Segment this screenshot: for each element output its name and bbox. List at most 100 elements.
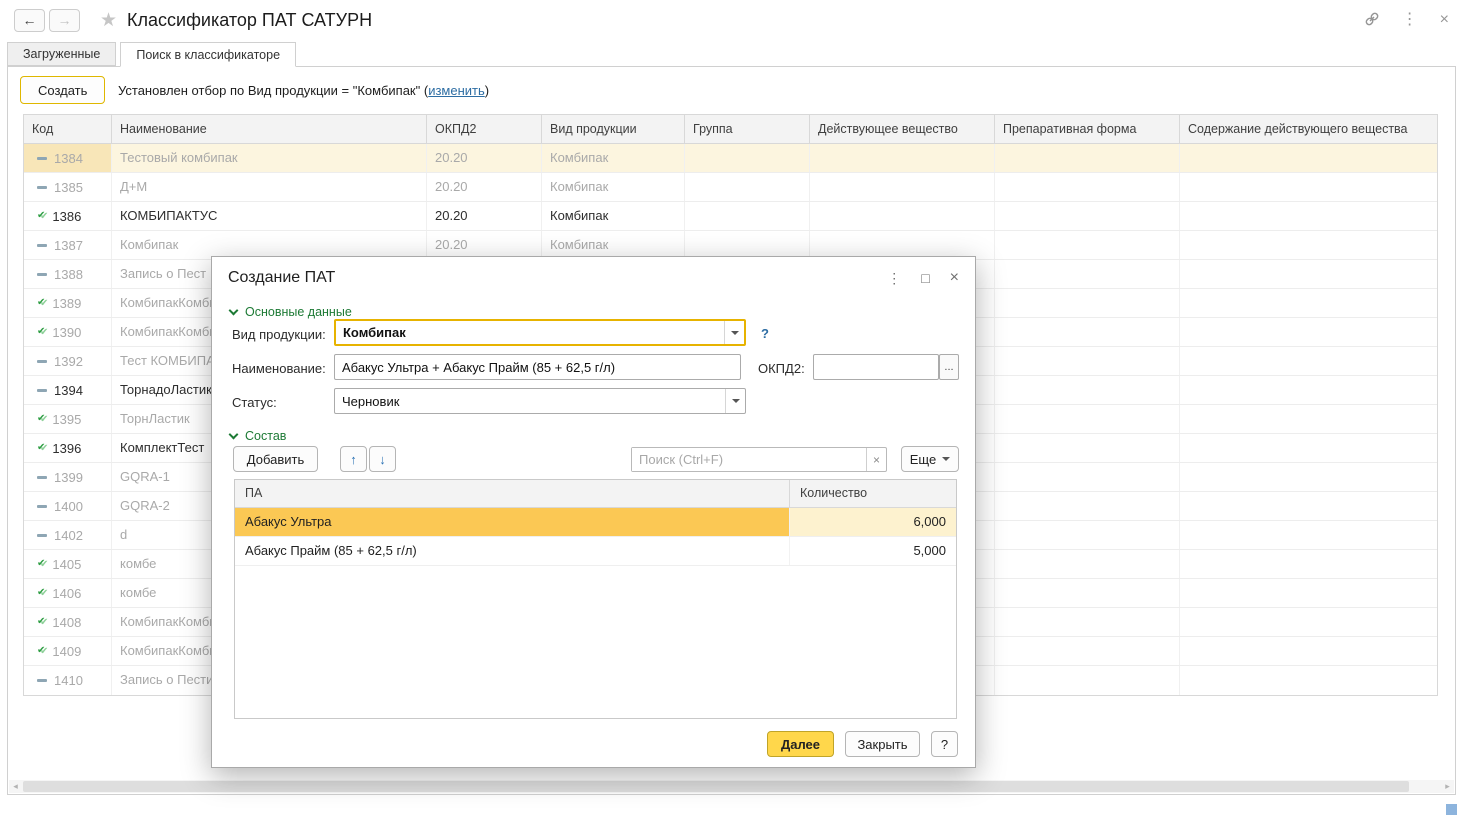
- product-type-help[interactable]: ?: [761, 326, 769, 341]
- filter-suffix: ): [484, 83, 490, 98]
- row-content: [1180, 173, 1437, 201]
- column-header[interactable]: Препаративная форма: [995, 115, 1180, 143]
- item-dash-icon: [37, 185, 47, 189]
- column-header[interactable]: Вид продукции: [542, 115, 685, 143]
- row-form: [995, 666, 1180, 695]
- row-form: [995, 405, 1180, 433]
- search-clear-icon[interactable]: ×: [866, 448, 886, 471]
- kebab-menu-icon[interactable]: ⋮: [1402, 12, 1418, 28]
- composition-column-header[interactable]: Количество: [790, 480, 956, 507]
- status-dropdown-icon[interactable]: [725, 389, 745, 413]
- row-content: [1180, 579, 1437, 607]
- forward-button[interactable]: →: [49, 8, 80, 32]
- row-form: [995, 289, 1180, 317]
- column-header[interactable]: Наименование: [112, 115, 427, 143]
- scrollbar-thumb[interactable]: [23, 781, 1409, 792]
- product-type-dropdown-icon[interactable]: [724, 321, 744, 344]
- okpd2-label: ОКПД2:: [758, 361, 805, 376]
- row-content: [1180, 231, 1437, 259]
- product-type-input[interactable]: [336, 321, 724, 344]
- back-button[interactable]: ←: [14, 8, 45, 32]
- next-button[interactable]: Далее: [767, 731, 834, 757]
- link-icon[interactable]: [1364, 11, 1380, 30]
- titlebar-actions: ⋮ ×: [1364, 11, 1449, 30]
- composition-column-header[interactable]: ПА: [235, 480, 790, 507]
- okpd2-more-button[interactable]: ...: [939, 354, 959, 380]
- item-posted-icon: ✔: [37, 413, 46, 424]
- move-down-button[interactable]: ↓: [369, 446, 396, 472]
- product-type-label: Вид продукции:: [232, 327, 326, 342]
- composition-table: ПА Количество Абакус Ультра 6,000 Абакус Пр…: [234, 479, 957, 719]
- row-form: [995, 434, 1180, 462]
- chevron-down-icon: [228, 305, 239, 315]
- row-product-type: Комбипак: [542, 231, 685, 259]
- composition-row[interactable]: Абакус Прайм (85 + 62,5 г/л) 5,000: [235, 537, 956, 566]
- more-actions-button[interactable]: Еще: [901, 446, 959, 472]
- tab-classifier-search[interactable]: Поиск в классификаторе: [120, 42, 297, 67]
- row-name: Д+М: [112, 173, 427, 201]
- row-substance: [810, 173, 995, 201]
- code-cell: 1410: [24, 666, 112, 695]
- composition-search-input[interactable]: [632, 448, 866, 471]
- composition-row[interactable]: Абакус Ультра 6,000: [235, 508, 956, 537]
- row-code: 1390: [52, 324, 82, 340]
- dialog-maximize-icon[interactable]: □: [921, 271, 929, 285]
- add-button[interactable]: Добавить: [233, 446, 318, 472]
- status-input[interactable]: [335, 389, 725, 413]
- section-composition[interactable]: Состав: [228, 429, 286, 443]
- row-form: [995, 347, 1180, 375]
- row-code: 1408: [52, 614, 82, 630]
- row-name: КОМБИПАКТУС: [112, 202, 427, 230]
- row-form: [995, 608, 1180, 636]
- column-header[interactable]: Код: [24, 115, 112, 143]
- column-header[interactable]: Группа: [685, 115, 810, 143]
- code-cell: 1384: [24, 144, 112, 172]
- tab-loaded[interactable]: Загруженные: [7, 42, 117, 66]
- favorite-star-icon[interactable]: ★: [100, 9, 117, 32]
- section-main-data[interactable]: Основные данные: [228, 305, 352, 319]
- create-button[interactable]: Создать: [20, 76, 106, 104]
- tab-bar: Загруженные Поиск в классификаторе: [7, 42, 297, 67]
- row-content: [1180, 405, 1437, 433]
- row-form: [995, 376, 1180, 404]
- row-group: [685, 202, 810, 230]
- code-cell: ✔ 1409: [24, 637, 112, 665]
- okpd2-input[interactable]: [813, 354, 939, 380]
- row-product-type: Комбипак: [542, 144, 685, 172]
- move-up-button[interactable]: ↑: [340, 446, 367, 472]
- row-code: 1400: [54, 498, 83, 514]
- composition-table-body: Абакус Ультра 6,000 Абакус Прайм (85 + 62,…: [235, 508, 956, 566]
- table-row[interactable]: 1385 Д+М 20.20 Комбипак: [24, 173, 1437, 202]
- row-content: [1180, 550, 1437, 578]
- horizontal-scrollbar[interactable]: ◂ ▸: [9, 780, 1454, 793]
- row-form: [995, 260, 1180, 288]
- dialog-kebab-menu-icon[interactable]: ⋮: [887, 271, 901, 285]
- table-row[interactable]: 1384 Тестовый комбипак 20.20 Комбипак: [24, 144, 1437, 173]
- scroll-left-arrow-icon[interactable]: ◂: [9, 780, 22, 793]
- row-group: [685, 173, 810, 201]
- scroll-right-arrow-icon[interactable]: ▸: [1441, 780, 1454, 793]
- dialog-close-button[interactable]: Закрыть: [845, 731, 920, 757]
- filter-change-link[interactable]: изменить: [428, 83, 485, 98]
- table-row[interactable]: ✔ 1386 КОМБИПАКТУС 20.20 Комбипак: [24, 202, 1437, 231]
- column-header[interactable]: ОКПД2: [427, 115, 542, 143]
- row-code: 1410: [54, 673, 83, 688]
- name-input[interactable]: [334, 354, 741, 380]
- help-button[interactable]: ?: [931, 731, 958, 757]
- row-code: 1386: [52, 208, 82, 224]
- row-code: 1405: [52, 556, 82, 572]
- code-cell: 1385: [24, 173, 112, 201]
- composition-search[interactable]: ×: [631, 447, 887, 472]
- dialog-close-icon[interactable]: ×: [950, 270, 959, 286]
- item-posted-icon: ✔: [37, 645, 46, 656]
- code-cell: ✔ 1395: [24, 405, 112, 433]
- column-header[interactable]: Содержание действующего вещества: [1180, 115, 1437, 143]
- resize-grip[interactable]: [1446, 804, 1457, 815]
- row-content: [1180, 347, 1437, 375]
- column-header[interactable]: Действующее вещество: [810, 115, 995, 143]
- name-label: Наименование:: [232, 361, 326, 376]
- status-combobox[interactable]: [334, 388, 746, 414]
- window-close-icon[interactable]: ×: [1440, 12, 1449, 28]
- product-type-combobox[interactable]: [334, 319, 746, 346]
- row-code: 1396: [52, 440, 82, 456]
